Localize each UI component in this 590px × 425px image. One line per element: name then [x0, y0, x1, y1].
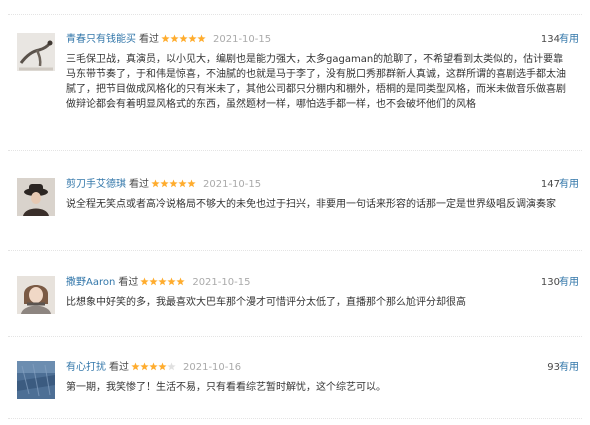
star-filled-icon [161, 34, 170, 43]
avatar[interactable] [17, 178, 55, 216]
star-filled-icon [149, 362, 158, 371]
review-header: 有心打扰 看过 2021-10-16 [66, 361, 241, 375]
divider [8, 150, 582, 151]
username-link[interactable]: 撒野Aaron [66, 277, 115, 288]
star-empty-icon [167, 362, 176, 371]
watch-status: 看过 [118, 277, 139, 288]
vote-count: 147 [540, 179, 560, 190]
avatar[interactable] [17, 361, 55, 399]
star-filled-icon [170, 34, 179, 43]
star-filled-icon [140, 362, 149, 371]
star-filled-icon [169, 179, 178, 188]
review-header: 青春只有钱能买 看过 2021-10-15 [66, 33, 271, 47]
vote-count: 134 [540, 34, 560, 45]
star-filled-icon [187, 179, 196, 188]
review-time: 2021-10-15 [203, 179, 262, 190]
rating-stars [161, 34, 206, 48]
watch-status: 看过 [129, 179, 149, 190]
star-filled-icon [197, 34, 206, 43]
divider [8, 250, 582, 251]
divider [8, 14, 582, 15]
username-link[interactable]: 有心打扰 [66, 362, 106, 373]
review-text: 三毛保卫战，真演员，以小见大，编剧也是能力强大，太多gagaman的尬聊了，不希… [66, 54, 566, 110]
useful-button[interactable]: 有用 [559, 178, 579, 192]
star-filled-icon [158, 362, 167, 371]
star-filled-icon [160, 179, 169, 188]
review-text: 说全程无笑点或者高冷说格局不够大的未免也过于扫兴，非要用一句话来形容的话那一定是… [66, 199, 556, 210]
review-time: 2021-10-15 [192, 277, 251, 288]
watch-status: 看过 [109, 362, 129, 373]
avatar[interactable] [17, 276, 55, 314]
review-header: 撒野Aaron 看过 2021-10-15 [66, 276, 250, 290]
rating-stars [151, 179, 196, 193]
star-filled-icon [140, 277, 149, 286]
review-text: 比想象中好笑的多，我最喜欢大巴车那个漫才可惜评分太低了，直播那个那么尬评分却很高 [66, 297, 466, 308]
avatar[interactable] [17, 33, 55, 71]
useful-button[interactable]: 有用 [559, 276, 579, 290]
review-header: 剪刀手艾德琪 看过 2021-10-15 [66, 178, 261, 192]
username-link[interactable]: 青春只有钱能买 [66, 34, 136, 45]
divider [8, 418, 582, 419]
rating-stars [131, 362, 176, 376]
star-filled-icon [167, 277, 176, 286]
review-time: 2021-10-16 [183, 362, 242, 373]
useful-button[interactable]: 有用 [559, 33, 579, 47]
watch-status: 看过 [139, 34, 159, 45]
divider [8, 336, 582, 337]
username-link[interactable]: 剪刀手艾德琪 [66, 179, 126, 190]
star-filled-icon [158, 277, 167, 286]
star-filled-icon [131, 362, 140, 371]
rating-stars [140, 277, 185, 291]
star-filled-icon [176, 277, 185, 286]
review-time: 2021-10-15 [213, 34, 272, 45]
star-filled-icon [179, 34, 188, 43]
vote-count: 130 [540, 277, 560, 288]
star-filled-icon [188, 34, 197, 43]
star-filled-icon [151, 179, 160, 188]
review-text: 第一期，我笑惨了！生活不易，只有看看综艺暂时解忧，这个综艺可以。 [66, 382, 386, 393]
star-filled-icon [149, 277, 158, 286]
star-filled-icon [178, 179, 187, 188]
useful-button[interactable]: 有用 [559, 361, 579, 375]
